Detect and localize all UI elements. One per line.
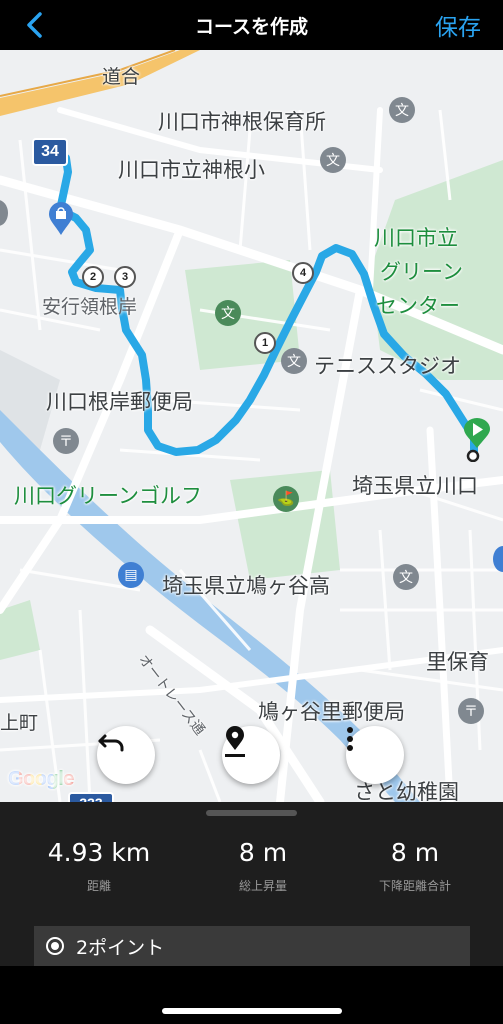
waypoint-marker[interactable]: 1 — [254, 332, 276, 354]
waypoint-marker[interactable]: 4 — [292, 262, 314, 284]
school-icon: 文 — [215, 300, 241, 326]
map-view[interactable]: 道合 川口市神根保育所 文 川口市立神根小 文 川口市立 グリーン センター 安… — [0, 50, 503, 802]
school-icon: 文 — [393, 564, 419, 590]
school-icon: 文 — [281, 348, 307, 374]
home-indicator[interactable] — [162, 1008, 342, 1014]
waypoint-marker[interactable]: 2 — [82, 266, 104, 288]
sheet-drag-handle[interactable] — [206, 810, 297, 816]
waypoint-marker[interactable]: 3 — [114, 266, 136, 288]
start-flag-icon[interactable] — [460, 418, 494, 462]
route-34-shield: 34 — [32, 138, 68, 166]
school-icon: 文 — [320, 147, 346, 173]
map-label-saitama-kawaguchi: 埼玉県立川口 — [352, 474, 478, 498]
save-button[interactable]: 保存 — [435, 8, 481, 42]
location-pin-icon — [225, 726, 245, 757]
back-button[interactable] — [14, 6, 54, 44]
radio-selected-icon — [46, 937, 64, 955]
points-label: 2ポイント — [76, 936, 165, 959]
map-label-green-center-3: センター — [376, 294, 460, 318]
more-options-button[interactable] — [346, 726, 404, 784]
chevron-left-icon — [27, 12, 42, 38]
descent-label: 下降距離合計 — [378, 879, 451, 893]
map-label-green-center-2: グリーン — [380, 260, 463, 284]
map-label-hatogaya-high: 埼玉県立鳩ヶ谷高 — [162, 574, 330, 598]
map-label-machi: 上町 — [0, 712, 39, 734]
page-title: コースを作成 — [194, 16, 309, 38]
map-label-road-top: 道合 — [102, 66, 141, 88]
post-office-icon: 〒 — [53, 428, 79, 454]
ascent-value: 8 m — [238, 838, 288, 867]
map-label-elementary: 川口市立神根小 — [118, 158, 265, 182]
undo-button[interactable] — [97, 726, 155, 784]
map-label-tennis: テニススタジオ — [314, 354, 461, 378]
map-label-anngyo: 安行領根岸 — [42, 296, 138, 318]
google-attribution: Google — [8, 768, 74, 790]
golf-icon: ⛳ — [273, 486, 299, 512]
header-bar: コースを作成 保存 — [0, 0, 503, 50]
map-label-sato-hoiku: 里保育 — [426, 650, 489, 674]
shop-icon: ▤ — [118, 562, 144, 588]
map-label-post-hatogaya: 鳩ヶ谷里郵便局 — [258, 700, 405, 724]
add-point-button[interactable] — [222, 726, 280, 784]
course-summary-sheet: 4.93 km 距離 8 m 総上昇量 8 m 下降距離合計 2ポイント — [0, 802, 503, 966]
undo-icon — [98, 734, 124, 752]
post-office-icon: 〒 — [458, 698, 484, 724]
stat-ascent: 8 m 総上昇量 — [179, 838, 347, 894]
map-label-green-center-1: 川口市立 — [374, 226, 458, 250]
ascent-label: 総上昇量 — [238, 879, 287, 893]
map-label-nursery: 川口市神根保育所 — [158, 110, 326, 134]
google-logo: Google — [8, 768, 74, 791]
more-vertical-icon — [347, 727, 353, 751]
points-row[interactable]: 2ポイント — [34, 926, 470, 966]
map-label-post-negishi: 川口根岸郵便局 — [46, 390, 193, 414]
shopping-pin-icon — [49, 202, 73, 235]
distance-value: 4.93 km — [47, 838, 151, 867]
map-label-golf: 川口グリーンゴルフ — [14, 484, 202, 508]
school-icon: 文 — [389, 97, 415, 123]
stat-distance: 4.93 km 距離 — [15, 838, 183, 894]
route-333-shield: 333 — [68, 792, 114, 802]
descent-value: 8 m — [390, 838, 440, 867]
system-bottom-bar — [0, 966, 503, 1024]
distance-label: 距離 — [86, 879, 111, 893]
stat-descent: 8 m 下降距離合計 — [331, 838, 499, 894]
